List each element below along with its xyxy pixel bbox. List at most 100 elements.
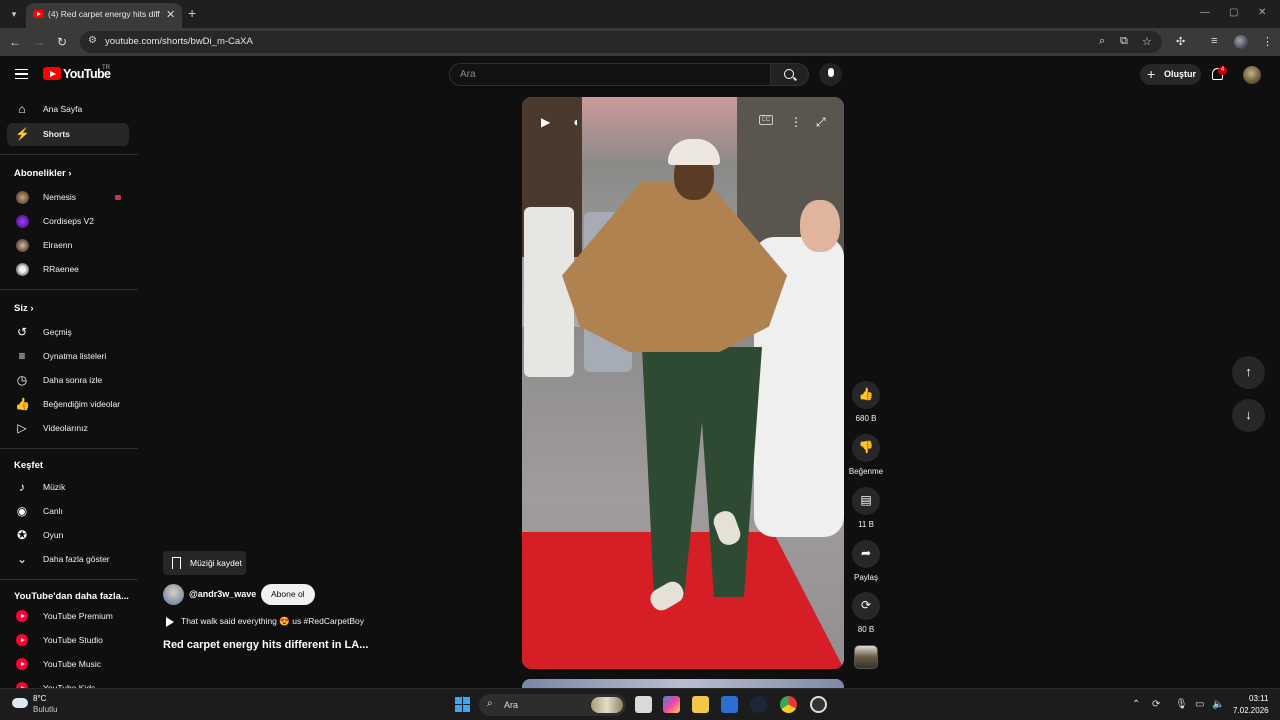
- like-button[interactable]: 👍: [852, 381, 880, 409]
- microsoft-store-icon[interactable]: [721, 696, 738, 713]
- sidebar-item-music[interactable]: ♪ Müzik: [7, 476, 129, 499]
- minimize-icon[interactable]: —: [1200, 7, 1210, 18]
- address-bar[interactable]: ⚙ youtube.com/shorts/bwDi_m-CaXA: [80, 31, 1162, 53]
- sidebar-item-youtube-studio[interactable]: YouTube Studio: [7, 629, 129, 652]
- short-description[interactable]: That walk said everything 😍 us #RedCarpe…: [181, 616, 364, 627]
- menu-icon[interactable]: [15, 69, 28, 79]
- sync-icon[interactable]: ⟳: [1152, 699, 1160, 710]
- sound-thumbnail[interactable]: [854, 645, 878, 669]
- sidebar-item-nemesis[interactable]: Nemesis: [7, 186, 129, 209]
- voice-search-button[interactable]: [819, 63, 842, 86]
- search-box[interactable]: [449, 63, 771, 86]
- sidebar-item-gaming[interactable]: ✪ Oyun: [7, 524, 129, 547]
- sidebar-item-youtube-music[interactable]: YouTube Music: [7, 653, 129, 676]
- sidebar-item-label: Canlı: [43, 506, 63, 516]
- network-icon[interactable]: ▭: [1195, 699, 1204, 710]
- sidebar-item-label: RRaenee: [43, 264, 79, 274]
- taskbar-search[interactable]: ⌕ Ara: [479, 694, 626, 716]
- remix-button[interactable]: ⟳: [852, 592, 880, 620]
- dislike-button[interactable]: 👎: [852, 434, 880, 462]
- task-view-icon[interactable]: [635, 696, 652, 713]
- windows-taskbar: 8°C Bulutlu ⌕ Ara ⌃ ⟳ 🎙 ▭ 🔈 03:11 7.02.2…: [0, 688, 1280, 720]
- sidebar-item-shorts[interactable]: ⚡ Shorts: [7, 123, 129, 146]
- zoom-icon[interactable]: ⌕: [1099, 35, 1105, 48]
- next-short-button[interactable]: ↓: [1232, 399, 1265, 432]
- volume-icon[interactable]: ◖: [572, 115, 579, 129]
- restore-icon[interactable]: ▢: [1229, 7, 1238, 18]
- cloud-icon[interactable]: [12, 698, 28, 708]
- channel-handle[interactable]: @andr3w_wave: [189, 589, 256, 599]
- comments-button[interactable]: ▤: [852, 487, 880, 515]
- chevron-up-icon[interactable]: ⌃: [1132, 699, 1140, 710]
- profile-avatar[interactable]: [1234, 35, 1248, 49]
- sidebar-item-rraenee[interactable]: RRaenee: [7, 258, 129, 281]
- extensions-icon[interactable]: ✣: [1176, 35, 1185, 48]
- sidebar-item-history[interactable]: ↺ Geçmiş: [7, 321, 129, 344]
- sidebar-item-liked-videos[interactable]: 👍 Beğendiğim videolar: [7, 393, 129, 416]
- sidebar-item-label: Geçmiş: [43, 327, 72, 337]
- create-button[interactable]: + Oluştur: [1140, 64, 1201, 85]
- browser-menu-icon[interactable]: ⋮: [1262, 35, 1273, 48]
- captions-icon[interactable]: CC: [759, 115, 773, 125]
- site-info-icon[interactable]: ⚙: [88, 35, 97, 46]
- sidebar-item-home[interactable]: ⌂ Ana Sayfa: [7, 98, 129, 121]
- fullscreen-icon[interactable]: ⤢: [816, 115, 826, 130]
- plus-icon: +: [1147, 66, 1156, 82]
- sidebar-item-youtube-premium[interactable]: YouTube Premium: [7, 605, 129, 628]
- sidebar-item-label: Ana Sayfa: [43, 104, 83, 114]
- share-button[interactable]: ➦: [852, 540, 880, 568]
- cast-icon[interactable]: ⧉: [1120, 35, 1128, 48]
- comment-count: 11 B: [858, 520, 874, 529]
- file-explorer-icon[interactable]: [692, 696, 709, 713]
- tab-search-button[interactable]: ▾: [6, 6, 22, 22]
- subscribe-button[interactable]: Abone ol: [261, 584, 315, 605]
- chrome-icon[interactable]: [780, 696, 797, 713]
- more-options-icon[interactable]: ⋮: [790, 115, 802, 129]
- bookmark-star-icon[interactable]: ☆: [1142, 35, 1152, 48]
- your-videos-icon: ▷: [17, 421, 27, 435]
- sidebar-item-label: YouTube Premium: [43, 611, 113, 621]
- steam-icon[interactable]: [750, 696, 767, 713]
- speaker-icon[interactable]: 🔈: [1212, 699, 1224, 710]
- search-input[interactable]: [460, 69, 760, 80]
- sidebar-item-watch-later[interactable]: ◷ Daha sonra izle: [7, 369, 129, 392]
- divider: [0, 579, 138, 580]
- weather-temperature[interactable]: 8°C: [33, 694, 46, 703]
- avatar: [16, 191, 29, 204]
- you-heading[interactable]: Siz ›: [14, 303, 34, 314]
- sidebar-item-playlists[interactable]: ≡ Oynatma listeleri: [7, 345, 129, 368]
- previous-short-button[interactable]: ↑: [1232, 356, 1265, 389]
- reading-list-icon[interactable]: ≡: [1211, 35, 1217, 47]
- app-icon[interactable]: [810, 696, 827, 713]
- sidebar-item-show-more[interactable]: ⌄ Daha fazla göster: [7, 548, 129, 571]
- microphone-icon[interactable]: 🎙: [1175, 699, 1188, 710]
- close-window-icon[interactable]: ✕: [1258, 7, 1266, 18]
- avatar: [16, 239, 29, 252]
- weather-description[interactable]: Bulutlu: [33, 705, 57, 714]
- search-button[interactable]: [771, 63, 809, 86]
- back-icon[interactable]: ←: [9, 35, 21, 49]
- copilot-icon[interactable]: [663, 696, 680, 713]
- youtube-logo-icon[interactable]: [43, 67, 61, 80]
- avatar: [16, 215, 29, 228]
- sidebar-item-cordiseps[interactable]: Cordiseps V2: [7, 210, 129, 233]
- sidebar-item-live[interactable]: ◉ Canlı: [7, 500, 129, 523]
- subscriptions-heading[interactable]: Abonelikler ›: [14, 168, 72, 179]
- browser-tab[interactable]: (4) Red carpet energy hits differe ✕: [26, 3, 182, 28]
- clock-time[interactable]: 03:11: [1249, 694, 1268, 703]
- sidebar-item-your-videos[interactable]: ▷ Videolarınız: [7, 417, 129, 440]
- reload-icon[interactable]: ↻: [57, 35, 67, 49]
- save-music-button[interactable]: Müziği kaydet: [163, 551, 246, 575]
- new-tab-button[interactable]: +: [188, 5, 196, 21]
- notification-badge: 4: [1218, 66, 1227, 75]
- short-video-player[interactable]: ▶ ◖ CC ⋮ ⤢: [522, 97, 844, 669]
- windows-start-icon[interactable]: [455, 697, 470, 712]
- play-icon[interactable]: ▶: [541, 115, 550, 129]
- forward-icon[interactable]: →: [33, 35, 45, 49]
- short-title[interactable]: Red carpet energy hits different in LA..…: [163, 639, 368, 651]
- account-avatar[interactable]: [1243, 66, 1261, 84]
- close-tab-icon[interactable]: ✕: [166, 8, 175, 21]
- channel-avatar[interactable]: [163, 584, 184, 605]
- clock-date[interactable]: 7.02.2026: [1233, 706, 1269, 715]
- sidebar-item-elraenn[interactable]: Elraenn: [7, 234, 129, 257]
